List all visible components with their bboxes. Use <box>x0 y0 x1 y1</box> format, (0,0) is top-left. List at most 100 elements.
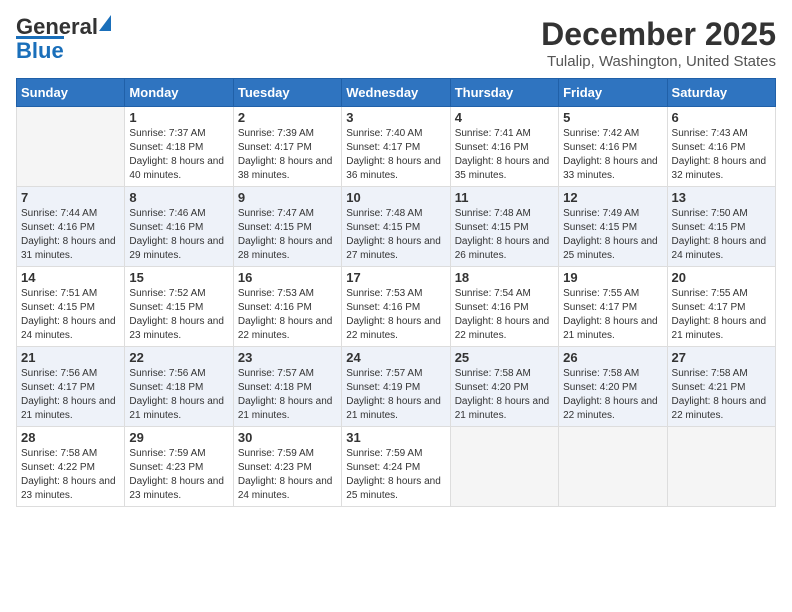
calendar-week-row: 7 Sunrise: 7:44 AMSunset: 4:16 PMDaylight… <box>17 187 776 267</box>
day-info: Sunrise: 7:52 AMSunset: 4:15 PMDaylight:… <box>129 287 228 343</box>
table-row: 15 Sunrise: 7:52 AMSunset: 4:15 PMDayligh… <box>125 267 233 347</box>
day-info: Sunrise: 7:57 AMSunset: 4:18 PMDaylight:… <box>238 367 337 423</box>
calendar-header-row: Sunday Monday Tuesday Wednesday Thursday… <box>17 79 776 107</box>
table-row: 8 Sunrise: 7:46 AMSunset: 4:16 PMDaylight… <box>125 187 233 267</box>
day-number: 27 <box>672 350 771 365</box>
day-info: Sunrise: 7:55 AMSunset: 4:17 PMDaylight:… <box>563 287 662 343</box>
col-wednesday: Wednesday <box>342 79 450 107</box>
col-monday: Monday <box>125 79 233 107</box>
page-header: General Blue December 2025 Tulalip, Wash… <box>16 16 776 70</box>
calendar-week-row: 14 Sunrise: 7:51 AMSunset: 4:15 PMDayligh… <box>17 267 776 347</box>
day-info: Sunrise: 7:41 AMSunset: 4:16 PMDaylight:… <box>455 127 554 183</box>
col-sunday: Sunday <box>17 79 125 107</box>
logo-triangle-icon <box>99 15 111 31</box>
day-number: 8 <box>129 190 228 205</box>
day-number: 18 <box>455 270 554 285</box>
day-number: 26 <box>563 350 662 365</box>
day-number: 23 <box>238 350 337 365</box>
table-row: 25 Sunrise: 7:58 AMSunset: 4:20 PMDayligh… <box>450 347 558 427</box>
day-info: Sunrise: 7:59 AMSunset: 4:23 PMDaylight:… <box>129 447 228 503</box>
table-row: 29 Sunrise: 7:59 AMSunset: 4:23 PMDayligh… <box>125 427 233 507</box>
table-row <box>17 107 125 187</box>
day-info: Sunrise: 7:39 AMSunset: 4:17 PMDaylight:… <box>238 127 337 183</box>
table-row: 11Sunrise: 7:48 AMSunset: 4:15 PMDayligh… <box>450 187 558 267</box>
table-row: 7 Sunrise: 7:44 AMSunset: 4:16 PMDaylight… <box>17 187 125 267</box>
calendar-week-row: 1 Sunrise: 7:37 AMSunset: 4:18 PMDaylight… <box>17 107 776 187</box>
table-row: 20Sunrise: 7:55 AMSunset: 4:17 PMDayligh… <box>667 267 775 347</box>
day-number: 17 <box>346 270 445 285</box>
day-number: 13 <box>672 190 771 205</box>
day-number: 6 <box>672 110 771 125</box>
day-number: 31 <box>346 430 445 445</box>
table-row: 30 Sunrise: 7:59 AMSunset: 4:23 PMDayligh… <box>233 427 341 507</box>
table-row: 10 Sunrise: 7:48 AMSunset: 4:15 PMDayligh… <box>342 187 450 267</box>
day-info: Sunrise: 7:47 AMSunset: 4:15 PMDaylight:… <box>238 207 337 263</box>
table-row: 16Sunrise: 7:53 AMSunset: 4:16 PMDayligh… <box>233 267 341 347</box>
day-info: Sunrise: 7:58 AMSunset: 4:20 PMDaylight:… <box>563 367 662 423</box>
day-number: 1 <box>129 110 228 125</box>
day-number: 14 <box>21 270 120 285</box>
day-number: 21 <box>21 350 120 365</box>
day-number: 15 <box>129 270 228 285</box>
day-info: Sunrise: 7:59 AMSunset: 4:24 PMDaylight:… <box>346 447 445 503</box>
day-number: 19 <box>563 270 662 285</box>
day-info: Sunrise: 7:46 AMSunset: 4:16 PMDaylight:… <box>129 207 228 263</box>
col-saturday: Saturday <box>667 79 775 107</box>
day-number: 7 <box>21 190 120 205</box>
day-number: 29 <box>129 430 228 445</box>
table-row <box>559 427 667 507</box>
calendar-table: Sunday Monday Tuesday Wednesday Thursday… <box>16 78 776 507</box>
title-block: December 2025 Tulalip, Washington, Unite… <box>541 16 776 70</box>
day-info: Sunrise: 7:57 AMSunset: 4:19 PMDaylight:… <box>346 367 445 423</box>
day-info: Sunrise: 7:40 AMSunset: 4:17 PMDaylight:… <box>346 127 445 183</box>
day-info: Sunrise: 7:49 AMSunset: 4:15 PMDaylight:… <box>563 207 662 263</box>
table-row: 9Sunrise: 7:47 AMSunset: 4:15 PMDaylight… <box>233 187 341 267</box>
day-info: Sunrise: 7:58 AMSunset: 4:21 PMDaylight:… <box>672 367 771 423</box>
day-info: Sunrise: 7:37 AMSunset: 4:18 PMDaylight:… <box>129 127 228 183</box>
table-row: 27 Sunrise: 7:58 AMSunset: 4:21 PMDayligh… <box>667 347 775 427</box>
table-row <box>450 427 558 507</box>
table-row <box>667 427 775 507</box>
day-number: 10 <box>346 190 445 205</box>
table-row: 31 Sunrise: 7:59 AMSunset: 4:24 PMDayligh… <box>342 427 450 507</box>
table-row: 6 Sunrise: 7:43 AMSunset: 4:16 PMDaylight… <box>667 107 775 187</box>
day-info: Sunrise: 7:48 AMSunset: 4:15 PMDaylight:… <box>346 207 445 263</box>
day-number: 12 <box>563 190 662 205</box>
day-info: Sunrise: 7:53 AMSunset: 4:16 PMDaylight:… <box>238 287 337 343</box>
col-friday: Friday <box>559 79 667 107</box>
col-tuesday: Tuesday <box>233 79 341 107</box>
day-number: 4 <box>455 110 554 125</box>
day-info: Sunrise: 7:51 AMSunset: 4:15 PMDaylight:… <box>21 287 120 343</box>
page-subtitle: Tulalip, Washington, United States <box>541 53 776 70</box>
table-row: 13Sunrise: 7:50 AMSunset: 4:15 PMDayligh… <box>667 187 775 267</box>
table-row: 18 Sunrise: 7:54 AMSunset: 4:16 PMDayligh… <box>450 267 558 347</box>
day-info: Sunrise: 7:56 AMSunset: 4:17 PMDaylight:… <box>21 367 120 423</box>
table-row: 12 Sunrise: 7:49 AMSunset: 4:15 PMDayligh… <box>559 187 667 267</box>
page-title: December 2025 <box>541 16 776 53</box>
day-number: 30 <box>238 430 337 445</box>
day-info: Sunrise: 7:44 AMSunset: 4:16 PMDaylight:… <box>21 207 120 263</box>
day-info: Sunrise: 7:53 AMSunset: 4:16 PMDaylight:… <box>346 287 445 343</box>
table-row: 19 Sunrise: 7:55 AMSunset: 4:17 PMDayligh… <box>559 267 667 347</box>
table-row: 17 Sunrise: 7:53 AMSunset: 4:16 PMDayligh… <box>342 267 450 347</box>
day-info: Sunrise: 7:59 AMSunset: 4:23 PMDaylight:… <box>238 447 337 503</box>
table-row: 28Sunrise: 7:58 AMSunset: 4:22 PMDayligh… <box>17 427 125 507</box>
logo-general: General <box>16 16 98 38</box>
day-info: Sunrise: 7:55 AMSunset: 4:17 PMDaylight:… <box>672 287 771 343</box>
day-info: Sunrise: 7:54 AMSunset: 4:16 PMDaylight:… <box>455 287 554 343</box>
calendar-week-row: 28Sunrise: 7:58 AMSunset: 4:22 PMDayligh… <box>17 427 776 507</box>
table-row: 23 Sunrise: 7:57 AMSunset: 4:18 PMDayligh… <box>233 347 341 427</box>
day-info: Sunrise: 7:58 AMSunset: 4:20 PMDaylight:… <box>455 367 554 423</box>
logo-blue: Blue <box>16 36 64 62</box>
col-thursday: Thursday <box>450 79 558 107</box>
table-row: 22Sunrise: 7:56 AMSunset: 4:18 PMDayligh… <box>125 347 233 427</box>
day-info: Sunrise: 7:43 AMSunset: 4:16 PMDaylight:… <box>672 127 771 183</box>
day-number: 28 <box>21 430 120 445</box>
day-number: 5 <box>563 110 662 125</box>
table-row: 5Sunrise: 7:42 AMSunset: 4:16 PMDaylight… <box>559 107 667 187</box>
day-number: 11 <box>455 190 554 205</box>
day-number: 24 <box>346 350 445 365</box>
table-row: 21 Sunrise: 7:56 AMSunset: 4:17 PMDayligh… <box>17 347 125 427</box>
table-row: 2Sunrise: 7:39 AMSunset: 4:17 PMDaylight… <box>233 107 341 187</box>
day-number: 25 <box>455 350 554 365</box>
